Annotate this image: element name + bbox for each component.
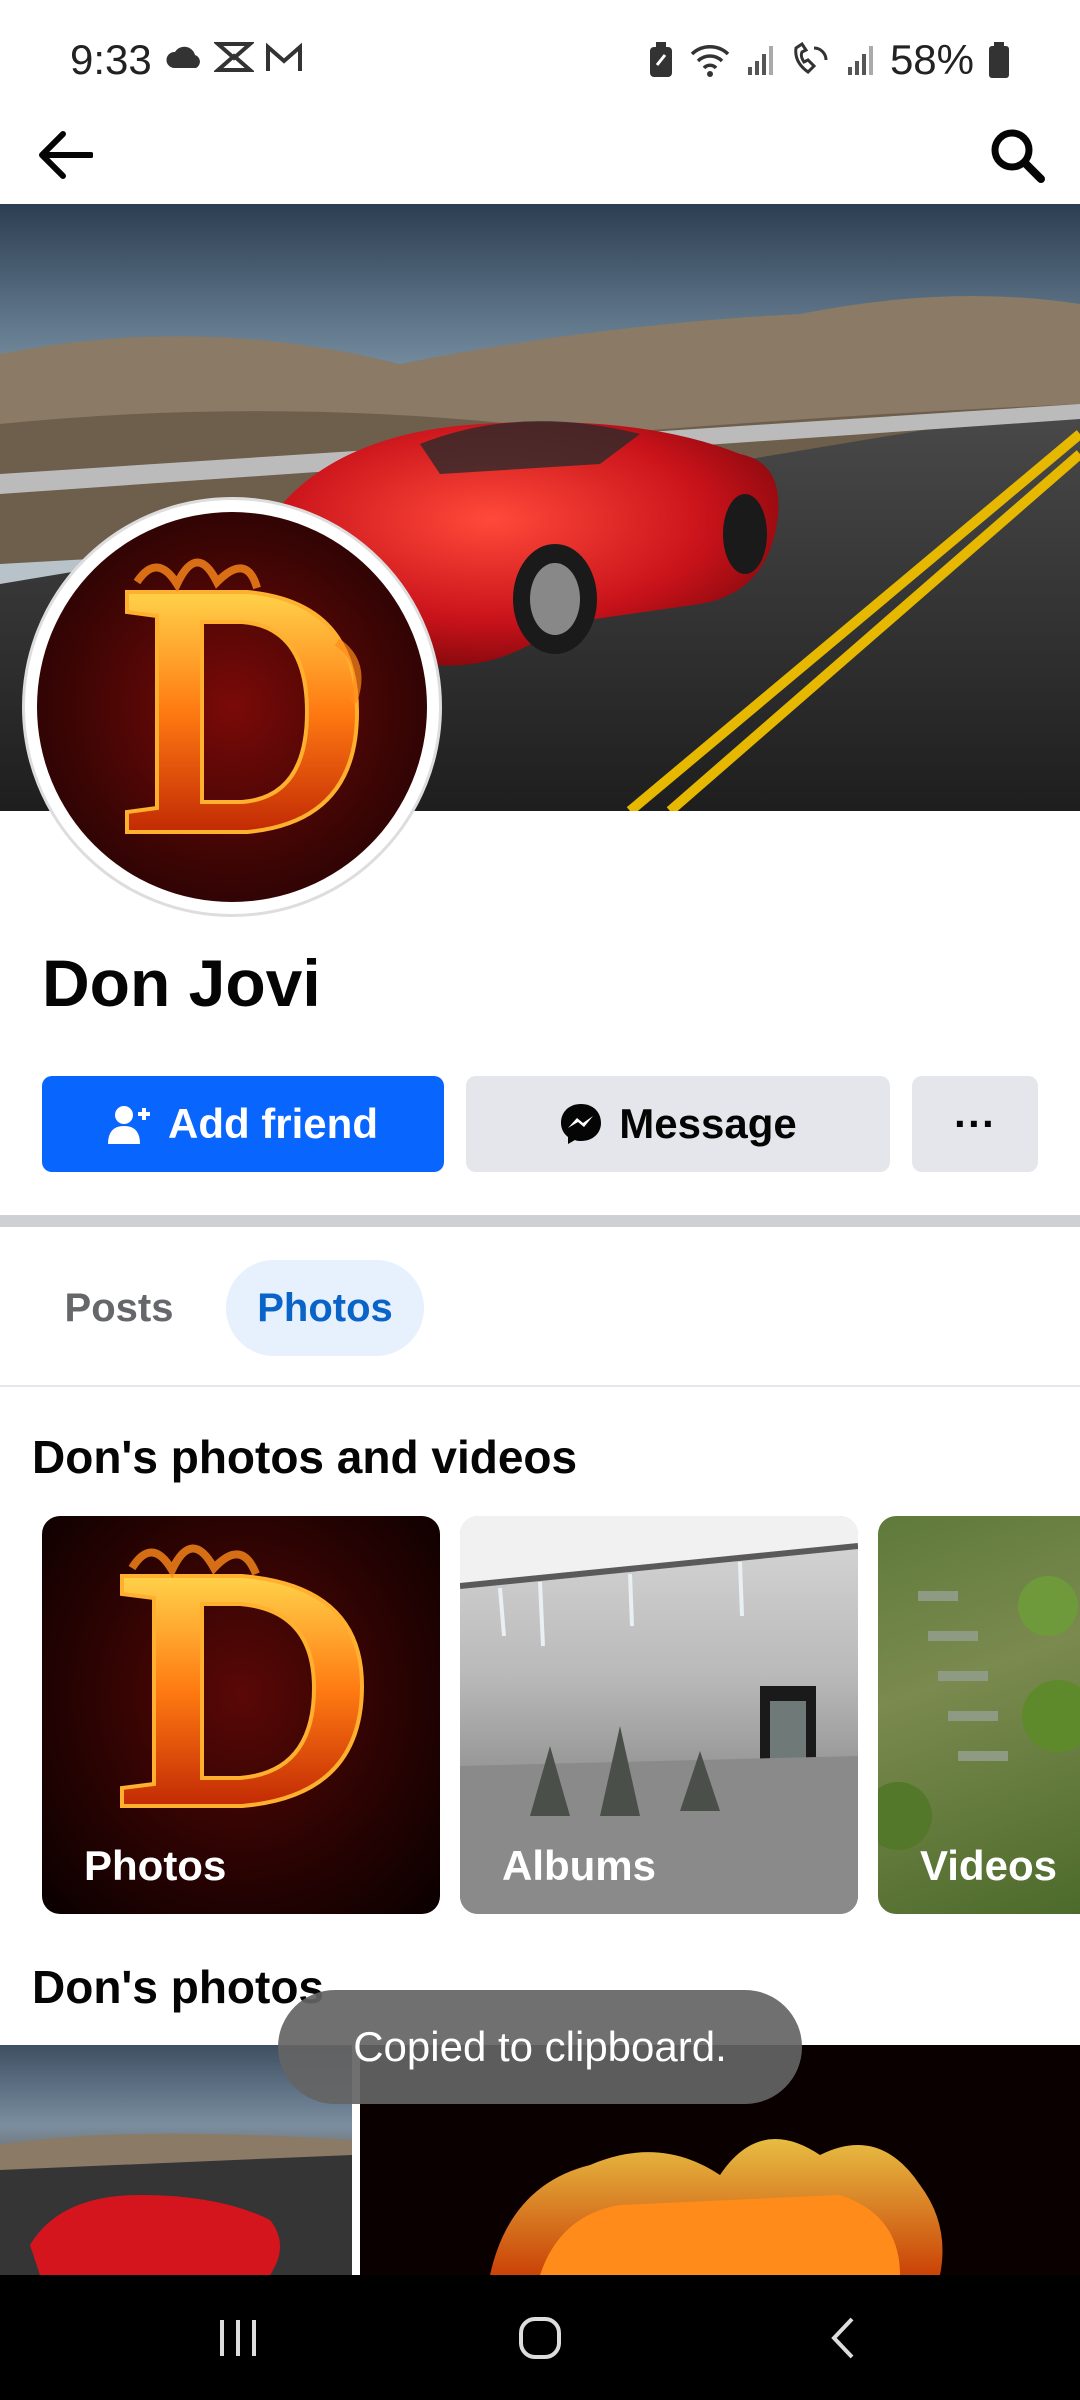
media-section-title: Don's photos and videos — [32, 1431, 578, 1483]
tab-photos[interactable]: Photos — [226, 1260, 424, 1356]
home-icon — [519, 2316, 561, 2359]
more-options-button[interactable]: ··· — [912, 1076, 1038, 1172]
profile-actions: Add friend Message ··· — [42, 1076, 1038, 1172]
battery-percent: 58% — [889, 36, 974, 83]
media-cards: Photos Albums Videos — [42, 1516, 1080, 1914]
photos-section-title: Don's photos — [32, 1961, 325, 2013]
home-button[interactable] — [480, 2275, 600, 2400]
signal-icon — [747, 46, 773, 75]
albums-card-label: Albums — [502, 1842, 657, 1889]
back-button[interactable] — [30, 120, 100, 190]
add-friend-label: Add friend — [168, 1100, 378, 1147]
photos-card[interactable]: Photos — [42, 1516, 440, 1914]
avatar — [37, 512, 427, 902]
profile-picture[interactable] — [22, 497, 442, 917]
recent-apps-button[interactable] — [178, 2275, 298, 2400]
tab-posts[interactable]: Posts — [34, 1260, 204, 1356]
add-friend-button[interactable]: Add friend — [42, 1076, 444, 1172]
wifi-icon — [690, 45, 730, 77]
profile-tabs: Posts Photos — [0, 1260, 1080, 1356]
section-divider — [0, 1215, 1080, 1227]
search-button[interactable] — [982, 120, 1052, 190]
toast-message: Copied to clipboard. — [278, 1990, 802, 2104]
status-time: 9:33 — [70, 36, 152, 83]
tabs-divider — [0, 1385, 1080, 1387]
albums-card[interactable]: Albums — [460, 1516, 858, 1914]
status-bar: 9:33 58% — [0, 0, 1080, 120]
signal-icon — [847, 46, 873, 75]
gmail-icon — [266, 42, 302, 71]
wifi-calling-icon — [794, 42, 828, 74]
search-icon — [991, 129, 1045, 183]
arrow-left-icon — [39, 131, 93, 179]
add-friend-icon — [108, 1106, 150, 1144]
message-button[interactable]: Message — [466, 1076, 890, 1172]
recent-apps-icon — [220, 2319, 256, 2356]
message-label: Message — [619, 1100, 797, 1147]
status-notification-icons — [164, 40, 304, 74]
cloud-icon — [166, 46, 200, 68]
chevron-left-icon — [831, 2317, 854, 2358]
status-right: 58% — [648, 36, 1010, 84]
videos-card[interactable]: Videos — [878, 1516, 1080, 1914]
videos-card-label: Videos — [920, 1842, 1057, 1889]
fire-letter-d-image — [125, 558, 362, 834]
envelope-x-icon — [214, 42, 254, 72]
messenger-icon — [561, 1104, 602, 1144]
battery-saver-icon — [649, 42, 672, 77]
photos-card-label: Photos — [84, 1842, 227, 1889]
battery-icon — [989, 42, 1009, 78]
profile-name: Don Jovi — [42, 946, 321, 1020]
more-label: ··· — [954, 1100, 996, 1147]
system-nav-bar — [0, 2275, 1080, 2400]
app-bar — [0, 120, 1080, 204]
back-nav-button[interactable] — [783, 2275, 903, 2400]
